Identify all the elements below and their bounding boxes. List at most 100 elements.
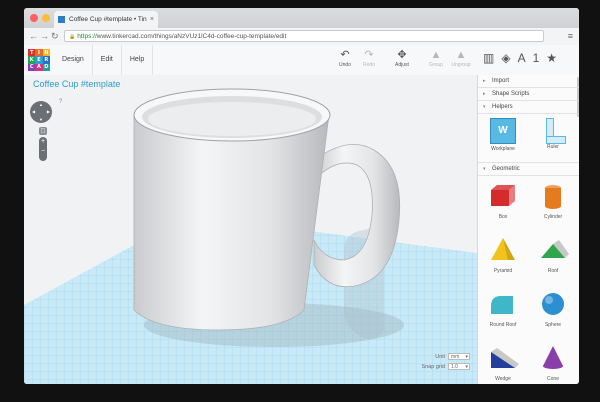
- chevron-right-icon: ▸: [483, 78, 486, 84]
- 3d-scene: [24, 88, 477, 384]
- tab-close-icon[interactable]: ×: [150, 16, 154, 23]
- forward-button[interactable]: →: [40, 31, 49, 41]
- tab-title: Coffee Cup #template • Tin: [69, 16, 147, 23]
- view-cube-orbit-control[interactable]: ▲ ▼ ◀ ▶: [30, 101, 52, 123]
- helper-label: Workplane: [491, 146, 515, 152]
- cone-icon: [543, 346, 563, 369]
- redo-label: Redo: [363, 62, 375, 68]
- group-icon: ▲: [430, 49, 442, 61]
- undo-label: Undo: [339, 62, 351, 68]
- lock-icon: 🔒: [69, 34, 76, 40]
- unit-row: Unit mm: [435, 353, 470, 361]
- undo-icon: ↶: [340, 49, 350, 61]
- chevron-down-icon: ▾: [483, 104, 486, 110]
- adjust-button[interactable]: ✥ Adjust: [389, 49, 415, 68]
- section-label: Helpers: [492, 104, 513, 110]
- helper-workplane[interactable]: W Workplane: [478, 118, 528, 152]
- logo-letter: N: [42, 49, 50, 57]
- ungroup-button[interactable]: ▲ Ungroup: [448, 49, 474, 68]
- section-label: Import: [492, 78, 510, 84]
- shape-roof[interactable]: Roof: [528, 236, 578, 274]
- shape-round-roof[interactable]: Round Roof: [478, 290, 528, 328]
- ungroup-icon: ▲: [455, 49, 467, 61]
- section-shape-scripts[interactable]: ▸ Shape Scripts: [478, 88, 579, 101]
- redo-button[interactable]: ↷ Redo: [356, 49, 382, 68]
- shape-label: Wedge: [495, 376, 511, 382]
- group-button[interactable]: ▲ Group: [423, 49, 449, 68]
- shape-label: Round Roof: [489, 322, 517, 328]
- shape-label: Roof: [547, 268, 559, 274]
- shape-label: Cylinder: [543, 214, 563, 220]
- section-label: Geometric: [492, 166, 520, 172]
- helper-ruler[interactable]: Ruler: [528, 118, 578, 150]
- text-panel-icon[interactable]: A: [518, 51, 526, 65]
- snap-row: Snap grid 1.0: [421, 363, 470, 371]
- menu-help[interactable]: Help: [122, 45, 154, 75]
- zoom-out-button[interactable]: −: [39, 147, 47, 157]
- browser-tab[interactable]: Coffee Cup #template • Tin ×: [54, 11, 158, 28]
- app-toolbar: TINKERCAD Design Edit Help ↶ Undo ↷ Redo ✥…: [24, 45, 579, 76]
- zoom-control: + −: [39, 137, 47, 161]
- menu-design[interactable]: Design: [54, 45, 93, 75]
- url-scheme: https://: [77, 33, 97, 40]
- shape-wedge[interactable]: Wedge: [478, 344, 528, 382]
- shape-sphere[interactable]: Sphere: [528, 290, 578, 328]
- workplane-canvas[interactable]: Coffee Cup #template ▲ ▼ ◀ ▶ ? ◻ + − Uni…: [24, 75, 477, 384]
- section-geometric[interactable]: ▾ Geometric: [478, 163, 579, 176]
- minimize-window-button[interactable]: [42, 14, 50, 22]
- fit-view-button[interactable]: ◻: [39, 127, 47, 135]
- orbit-up-icon[interactable]: ▲: [39, 102, 43, 107]
- tab-bar: Coffee Cup #template • Tin ×: [24, 8, 579, 28]
- orbit-down-icon[interactable]: ▼: [39, 117, 43, 122]
- cylinder-icon: [545, 185, 561, 209]
- favorites-panel-icon[interactable]: ★: [546, 51, 557, 65]
- tinkercad-logo[interactable]: TINKERCAD: [28, 49, 50, 71]
- browser-window: Coffee Cup #template • Tin × ← → ↻ 🔒 http…: [24, 8, 579, 384]
- address-bar[interactable]: 🔒 https://www.tinkercad.com/things/aNzVUz…: [64, 30, 544, 42]
- menu-edit[interactable]: Edit: [93, 45, 122, 75]
- logo-letter: K: [28, 56, 36, 64]
- sphere-icon: [542, 293, 564, 315]
- zoom-in-button[interactable]: +: [39, 137, 47, 147]
- adjust-label: Adjust: [395, 62, 409, 68]
- help-icon[interactable]: ?: [59, 99, 62, 105]
- snap-grid-select[interactable]: 1.0: [448, 363, 470, 371]
- unit-select[interactable]: mm: [448, 353, 470, 361]
- logo-letter: I: [35, 49, 43, 57]
- logo-letter: D: [42, 63, 50, 71]
- shapes-panel-icon[interactable]: ▥: [483, 51, 494, 65]
- logo-letter: E: [35, 56, 43, 64]
- url-text: www.tinkercad.com/things/aNzVUz1lC4d-cof…: [96, 33, 287, 40]
- shape-label: Cone: [547, 376, 559, 382]
- shape-label: Pyramid: [493, 268, 513, 274]
- undo-button[interactable]: ↶ Undo: [332, 49, 358, 68]
- shape-cone[interactable]: Cone: [528, 344, 578, 382]
- browser-menu-icon[interactable]: ≡: [568, 31, 573, 41]
- address-toolbar: ← → ↻ 🔒 https://www.tinkercad.com/things/…: [24, 28, 579, 46]
- reload-button[interactable]: ↻: [51, 31, 59, 41]
- shape-pyramid[interactable]: Pyramid: [478, 236, 528, 274]
- close-window-button[interactable]: [30, 14, 38, 22]
- numbers-panel-icon[interactable]: 1: [533, 51, 540, 65]
- design-title: Coffee Cup #template: [33, 79, 121, 89]
- logo-letter: R: [42, 56, 50, 64]
- ungroup-label: Ungroup: [451, 62, 471, 68]
- section-helpers[interactable]: ▾ Helpers: [478, 101, 579, 114]
- back-button[interactable]: ←: [29, 31, 38, 41]
- chevron-down-icon: ▾: [483, 166, 486, 172]
- group-label: Group: [429, 62, 443, 68]
- pyramid-icon: [491, 238, 515, 260]
- chevron-right-icon: ▸: [483, 91, 486, 97]
- orbit-left-icon[interactable]: ◀: [32, 109, 35, 114]
- shape-label: Box: [498, 214, 508, 220]
- panel-tabs: ▥ ◈ A 1 ★: [483, 51, 557, 65]
- section-import[interactable]: ▸ Import: [478, 75, 579, 88]
- orbit-right-icon[interactable]: ▶: [47, 109, 50, 114]
- box-icon: [491, 185, 515, 206]
- geometric-shapes-grid: Box Cylinder Pyramid Roof Round Roof Sphere We…: [478, 176, 579, 384]
- components-panel-icon[interactable]: ◈: [501, 51, 510, 65]
- tinkercad-favicon: [58, 16, 65, 23]
- shape-box[interactable]: Box: [478, 182, 528, 220]
- shape-cylinder[interactable]: Cylinder: [528, 182, 578, 220]
- ruler-icon: [541, 118, 566, 144]
